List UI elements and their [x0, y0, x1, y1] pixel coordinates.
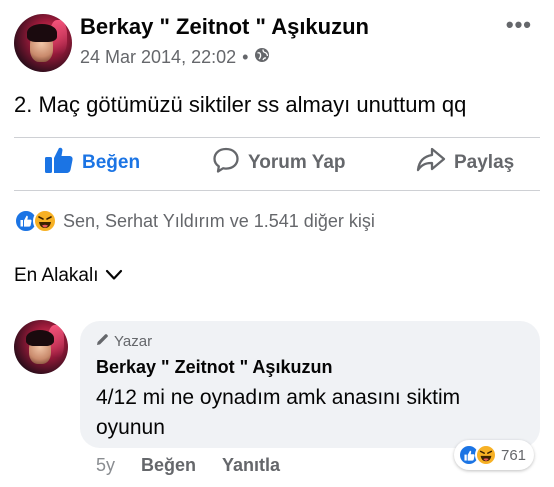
comment-reaction-icons: [458, 444, 497, 466]
comment-actions: 5y Beğen Yanıtla: [96, 455, 280, 476]
comment-bubble-icon: [212, 146, 240, 180]
pencil-icon: [96, 333, 109, 350]
comment-button[interactable]: Yorum Yap: [212, 144, 346, 182]
comment-label: Yorum Yap: [248, 152, 346, 173]
reactions-text: Sen, Serhat Yıldırım ve 1.541 diğer kişi: [63, 210, 375, 231]
divider: [14, 137, 540, 138]
post-author-avatar[interactable]: [14, 14, 72, 72]
comment-reactions[interactable]: 761: [454, 440, 535, 470]
post-timestamp[interactable]: 24 Mar 2014, 22:02: [80, 47, 236, 68]
like-label: Beğen: [82, 152, 141, 173]
comment-like-button[interactable]: Beğen: [141, 455, 196, 476]
post-author-name[interactable]: Berkay " Zeitnot " Aşıkuzun: [80, 14, 369, 40]
comment-time[interactable]: 5y: [96, 455, 115, 476]
comment-bubble: Yazar Berkay " Zeitnot " Aşıkuzun 4/12 m…: [80, 321, 540, 448]
post-meta: 24 Mar 2014, 22:02 •: [80, 47, 270, 68]
thumbs-up-icon: [44, 146, 74, 180]
comment-author-name[interactable]: Berkay " Zeitnot " Aşıkuzun: [96, 357, 332, 378]
share-arrow-icon: [416, 147, 446, 179]
share-label: Paylaş: [454, 152, 515, 173]
like-button[interactable]: Beğen: [44, 144, 140, 182]
comment-reply-button[interactable]: Yanıtla: [222, 455, 280, 476]
reactions-summary[interactable]: Sen, Serhat Yıldırım ve 1.541 diğer kişi: [14, 209, 375, 233]
globe-icon: [254, 47, 270, 68]
share-button[interactable]: Paylaş: [416, 144, 514, 182]
comment-reaction-count: 761: [501, 446, 527, 464]
author-badge-label: Yazar: [114, 333, 153, 350]
comment-sort-dropdown[interactable]: En Alakalı: [14, 265, 123, 287]
comment-text: 4/12 mi ne oynadım amk anasını siktim oy…: [96, 386, 461, 439]
post-text: 2. Maç götümüzü siktiler ss almayı unutt…: [14, 92, 467, 117]
haha-icon: [475, 444, 497, 466]
meta-separator: •: [242, 47, 249, 67]
sort-label: En Alakalı: [14, 265, 99, 286]
haha-icon: [33, 209, 57, 233]
comment-author-avatar[interactable]: [14, 320, 68, 374]
more-options-icon[interactable]: •••: [506, 12, 532, 38]
author-badge: Yazar: [96, 333, 152, 350]
divider: [14, 190, 540, 191]
chevron-down-icon: [105, 265, 123, 287]
reaction-icons: [14, 209, 57, 233]
